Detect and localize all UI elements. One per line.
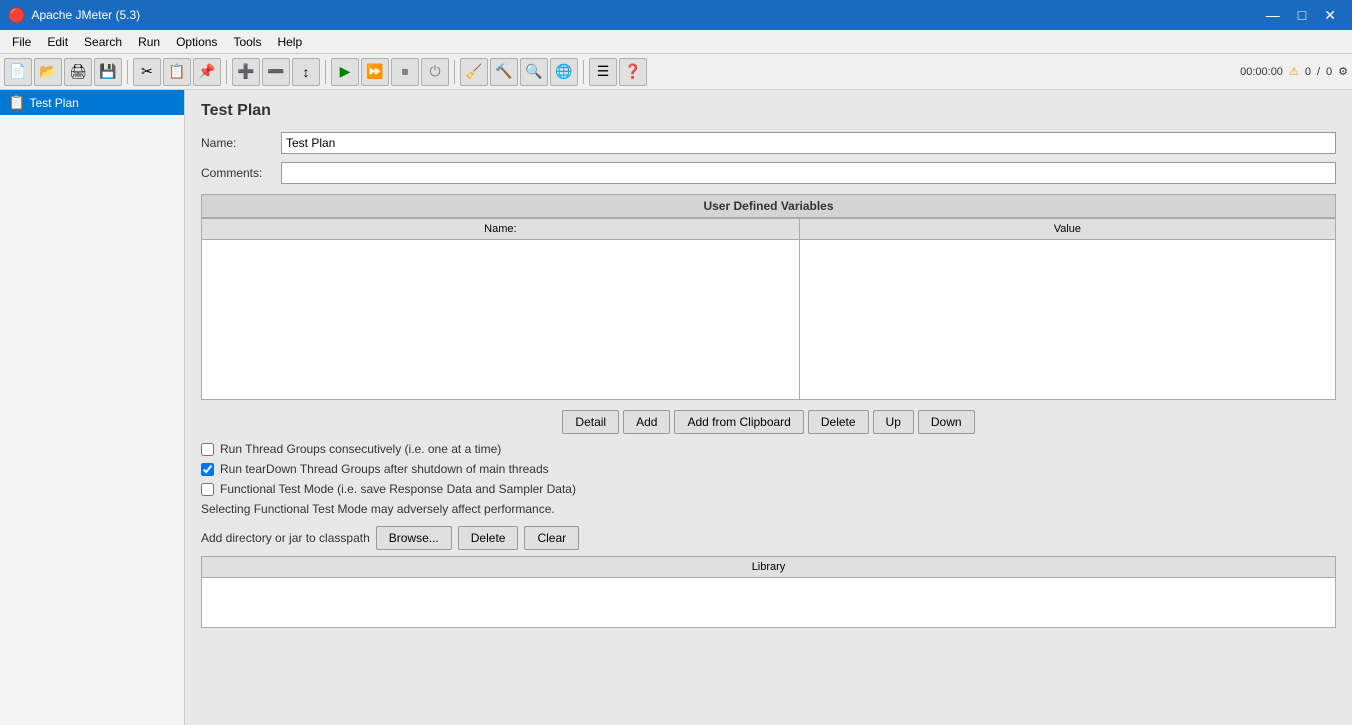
main-layout: 📋 Test Plan Test Plan Name: Comments: Us… [0,90,1352,725]
close-btn[interactable]: ✕ [1316,6,1344,24]
content-area: Test Plan Name: Comments: User Defined V… [185,90,1352,640]
up-btn[interactable]: Up [873,410,914,434]
clear-btn[interactable]: 🧹 [460,58,488,86]
menu-tools[interactable]: Tools [225,33,269,51]
search-btn[interactable]: 🔍 [520,58,548,86]
add-btn[interactable]: Add [623,410,670,434]
title-bar: 🔴 Apache JMeter (5.3) — □ ✕ [0,0,1352,30]
menu-help[interactable]: Help [269,33,310,51]
down-btn[interactable]: Down [918,410,975,434]
checkbox-row-1: Run Thread Groups consecutively (i.e. on… [201,442,1336,456]
menu-options[interactable]: Options [168,33,225,51]
toggle-btn[interactable]: ↕ [292,58,320,86]
settings-icon[interactable]: ⚙ [1338,65,1348,78]
timer-display: 00:00:00 [1240,66,1283,78]
list-btn[interactable]: ☰ [589,58,617,86]
checkbox-teardown[interactable] [201,463,214,476]
menu-run[interactable]: Run [130,33,168,51]
library-header: Library [202,557,1336,578]
table-cell-value[interactable] [799,240,1335,400]
error-count: 0 [1305,66,1311,78]
classpath-delete-btn[interactable]: Delete [458,526,519,550]
app-icon: 🔴 [8,7,25,24]
table-cell-name[interactable] [202,240,800,400]
tree-item-test-plan[interactable]: 📋 Test Plan [0,90,184,115]
comments-row: Comments: [201,162,1336,184]
col-value-header: Value [799,219,1335,240]
title-bar-left: 🔴 Apache JMeter (5.3) [8,7,140,24]
separator-5 [583,60,584,84]
separator-slash: / [1317,66,1320,78]
separator-4 [454,60,455,84]
delete-btn[interactable]: Delete [808,410,869,434]
separator-3 [325,60,326,84]
variables-title: User Defined Variables [201,194,1336,218]
panel-title: Test Plan [201,102,1336,120]
test-plan-icon: 📋 [8,94,25,111]
checkbox-functional-label: Functional Test Mode (i.e. save Response… [220,482,576,496]
toolbar: 📄 📂 🖨 💾 ✂ 📋 📌 ➕ ➖ ↕ ▶ ⏩ ⏹ ⏻ 🧹 🔨 🔍 🌐 ☰ ❓ … [0,54,1352,90]
save-btn[interactable]: 💾 [94,58,122,86]
checkbox-consecutive-label: Run Thread Groups consecutively (i.e. on… [220,442,501,456]
library-row [202,578,1336,628]
library-table: Library [201,556,1336,628]
menu-file[interactable]: File [4,33,39,51]
comments-label: Comments: [201,166,281,180]
warning-icon: ⚠ [1289,65,1299,78]
help-btn[interactable]: ❓ [619,58,647,86]
collapse-btn[interactable]: ➖ [262,58,290,86]
separator-1 [127,60,128,84]
warning-count: 0 [1326,66,1332,78]
minimize-btn[interactable]: — [1258,6,1288,24]
checkbox-consecutive[interactable] [201,443,214,456]
app-title: Apache JMeter (5.3) [31,8,140,22]
detail-btn[interactable]: Detail [562,410,619,434]
shutdown-btn[interactable]: ⏻ [421,58,449,86]
checkbox-functional[interactable] [201,483,214,496]
right-panel: Test Plan Name: Comments: User Defined V… [185,90,1352,725]
separator-2 [226,60,227,84]
browse-btn[interactable]: Browse... [376,526,452,550]
checkbox-teardown-label: Run tearDown Thread Groups after shutdow… [220,462,549,476]
col-name-header: Name: [202,219,800,240]
tree-item-label: Test Plan [29,96,78,110]
remote-btn[interactable]: 🌐 [550,58,578,86]
expand-btn[interactable]: ➕ [232,58,260,86]
classpath-row: Add directory or jar to classpath Browse… [201,526,1336,550]
variables-section: User Defined Variables Name: Value [201,194,1336,400]
save-copy-btn[interactable]: 🖨 [64,58,92,86]
menu-edit[interactable]: Edit [39,33,76,51]
play-no-pause-btn[interactable]: ⏩ [361,58,389,86]
toolbar-right: 00:00:00 ⚠ 0 / 0 ⚙ [1240,65,1348,78]
checkbox-row-2: Run tearDown Thread Groups after shutdow… [201,462,1336,476]
cut-btn[interactable]: ✂ [133,58,161,86]
name-row: Name: [201,132,1336,154]
perf-note: Selecting Functional Test Mode may adver… [201,502,1336,516]
paste-btn[interactable]: 📌 [193,58,221,86]
add-from-clipboard-btn[interactable]: Add from Clipboard [674,410,803,434]
title-bar-controls: — □ ✕ [1258,6,1344,24]
open-btn[interactable]: 📂 [34,58,62,86]
classpath-label: Add directory or jar to classpath [201,531,370,545]
library-cell[interactable] [202,578,1336,628]
table-row [202,240,1336,400]
clear-all-btn[interactable]: 🔨 [490,58,518,86]
left-panel: 📋 Test Plan [0,90,185,725]
stop-btn[interactable]: ⏹ [391,58,419,86]
action-buttons-row: Detail Add Add from Clipboard Delete Up … [201,410,1336,434]
checkbox-row-3: Functional Test Mode (i.e. save Response… [201,482,1336,496]
copy-btn[interactable]: 📋 [163,58,191,86]
variables-table: Name: Value [201,218,1336,400]
clear-btn[interactable]: Clear [524,526,579,550]
name-input[interactable] [281,132,1336,154]
comments-input[interactable] [281,162,1336,184]
menu-search[interactable]: Search [76,33,130,51]
play-btn[interactable]: ▶ [331,58,359,86]
maximize-btn[interactable]: □ [1290,6,1314,24]
new-btn[interactable]: 📄 [4,58,32,86]
menu-bar: File Edit Search Run Options Tools Help [0,30,1352,54]
name-label: Name: [201,136,281,150]
